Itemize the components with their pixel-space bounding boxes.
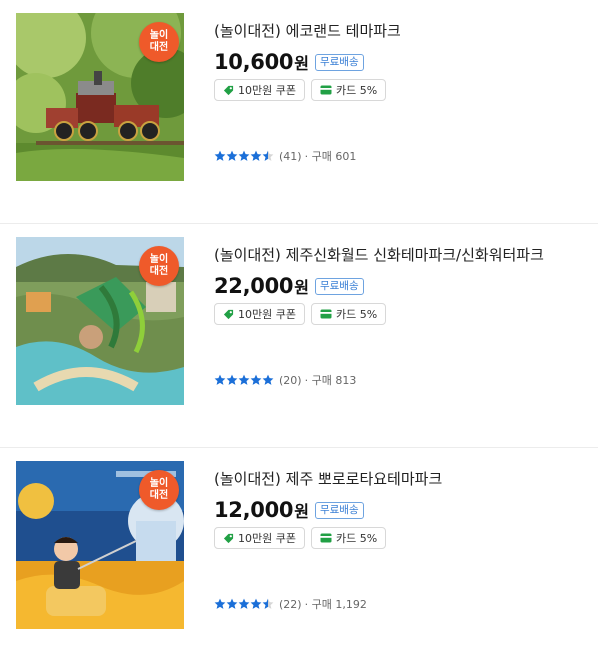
product-image[interactable]: 놀이 대전 [16, 13, 184, 181]
promo-badge: 놀이 대전 [139, 246, 179, 286]
coupon-label: 10만원 쿠폰 [238, 308, 296, 321]
star-icon [250, 598, 262, 609]
credit-card-icon [320, 309, 332, 319]
card-discount-tag[interactable]: 카드 5% [310, 527, 387, 549]
star-icon [262, 598, 274, 609]
benefit-tags: 10만원 쿠폰 카드 5% [214, 527, 588, 549]
star-rating [214, 150, 274, 162]
review-count[interactable]: (20) [279, 374, 302, 387]
rating-row: (20) · 구매 813 [214, 372, 356, 388]
star-icon [250, 374, 262, 385]
product-title[interactable]: (놀이대전) 제주신화월드 신화테마파크/신화워터파크 [214, 244, 588, 266]
benefit-tags: 10만원 쿠폰 카드 5% [214, 79, 588, 101]
product-title[interactable]: (놀이대전) 에코랜드 테마파크 [214, 20, 588, 42]
star-icon [214, 598, 226, 609]
product-title[interactable]: (놀이대전) 제주 뽀로로타요테마파크 [214, 468, 588, 490]
star-icon [238, 374, 250, 385]
product-info: (놀이대전) 제주 뽀로로타요테마파크 12,000 원 무료배송 10만원 쿠… [214, 468, 588, 549]
purchase-count: · 구매 813 [304, 374, 357, 387]
price-value: 12,000 [214, 498, 294, 522]
credit-card-icon [320, 533, 332, 543]
star-icon [214, 374, 226, 385]
coupon-label: 10만원 쿠폰 [238, 84, 296, 97]
star-icon [226, 150, 238, 161]
promo-badge: 놀이 대전 [139, 22, 179, 62]
star-icon [238, 598, 250, 609]
price-currency: 원 [294, 502, 309, 521]
coupon-label: 10만원 쿠폰 [238, 532, 296, 545]
coupon-tag[interactable]: 10만원 쿠폰 [214, 527, 305, 549]
badge-line-2: 대전 [149, 266, 169, 277]
card-discount-label: 카드 5% [335, 84, 378, 97]
star-rating [214, 598, 274, 610]
price-currency: 원 [294, 278, 309, 297]
price-value: 10,600 [214, 50, 294, 74]
star-rating [214, 374, 274, 386]
coupon-tag-icon [223, 533, 234, 543]
badge-line-2: 대전 [149, 42, 169, 53]
review-count[interactable]: (22) [279, 598, 302, 611]
price-row: 10,600 원 무료배송 [214, 48, 588, 76]
card-discount-label: 카드 5% [335, 532, 378, 545]
product-image[interactable]: 놀이 대전 [16, 237, 184, 405]
promo-badge: 놀이 대전 [139, 470, 179, 510]
price-row: 12,000 원 무료배송 [214, 496, 588, 524]
benefit-tags: 10만원 쿠폰 카드 5% [214, 303, 588, 325]
price-row: 22,000 원 무료배송 [214, 272, 588, 300]
product-info: (놀이대전) 제주신화월드 신화테마파크/신화워터파크 22,000 원 무료배… [214, 244, 588, 325]
star-icon [214, 150, 226, 161]
purchase-count: · 구매 1,192 [304, 598, 367, 611]
coupon-tag[interactable]: 10만원 쿠폰 [214, 79, 305, 101]
product-image[interactable]: 놀이 대전 [16, 461, 184, 629]
star-icon [238, 150, 250, 161]
badge-line-2: 대전 [149, 490, 169, 501]
badge-line-1: 놀이 [149, 478, 169, 489]
price-currency: 원 [294, 54, 309, 73]
coupon-tag-icon [223, 85, 234, 95]
rating-row: (22) · 구매 1,192 [214, 596, 367, 612]
badge-line-1: 놀이 [149, 254, 169, 265]
product-info: (놀이대전) 에코랜드 테마파크 10,600 원 무료배송 10만원 쿠폰 카… [214, 20, 588, 101]
free-shipping-badge: 무료배송 [314, 277, 364, 295]
star-icon [226, 598, 238, 609]
price-value: 22,000 [214, 274, 294, 298]
purchase-count: · 구매 601 [304, 150, 357, 163]
rating-row: (41) · 구매 601 [214, 148, 356, 164]
list-item[interactable]: 놀이 대전 (놀이대전) 제주신화월드 신화테마파크/신화워터파크 22,000… [0, 224, 598, 448]
list-item[interactable]: 놀이 대전 (놀이대전) 에코랜드 테마파크 10,600 원 무료배송 10만… [0, 0, 598, 224]
credit-card-icon [320, 85, 332, 95]
free-shipping-badge: 무료배송 [314, 53, 364, 71]
list-item[interactable]: 놀이 대전 (놀이대전) 제주 뽀로로타요테마파크 12,000 원 무료배송 … [0, 448, 598, 672]
review-count[interactable]: (41) [279, 150, 302, 163]
star-icon [250, 150, 262, 161]
star-icon [226, 374, 238, 385]
card-discount-tag[interactable]: 카드 5% [310, 303, 387, 325]
coupon-tag-icon [223, 309, 234, 319]
coupon-tag[interactable]: 10만원 쿠폰 [214, 303, 305, 325]
star-icon [262, 374, 274, 385]
product-list: 놀이 대전 (놀이대전) 에코랜드 테마파크 10,600 원 무료배송 10만… [0, 0, 598, 672]
free-shipping-badge: 무료배송 [314, 501, 364, 519]
star-icon [262, 150, 274, 161]
card-discount-label: 카드 5% [335, 308, 378, 321]
badge-line-1: 놀이 [149, 30, 169, 41]
card-discount-tag[interactable]: 카드 5% [310, 79, 387, 101]
